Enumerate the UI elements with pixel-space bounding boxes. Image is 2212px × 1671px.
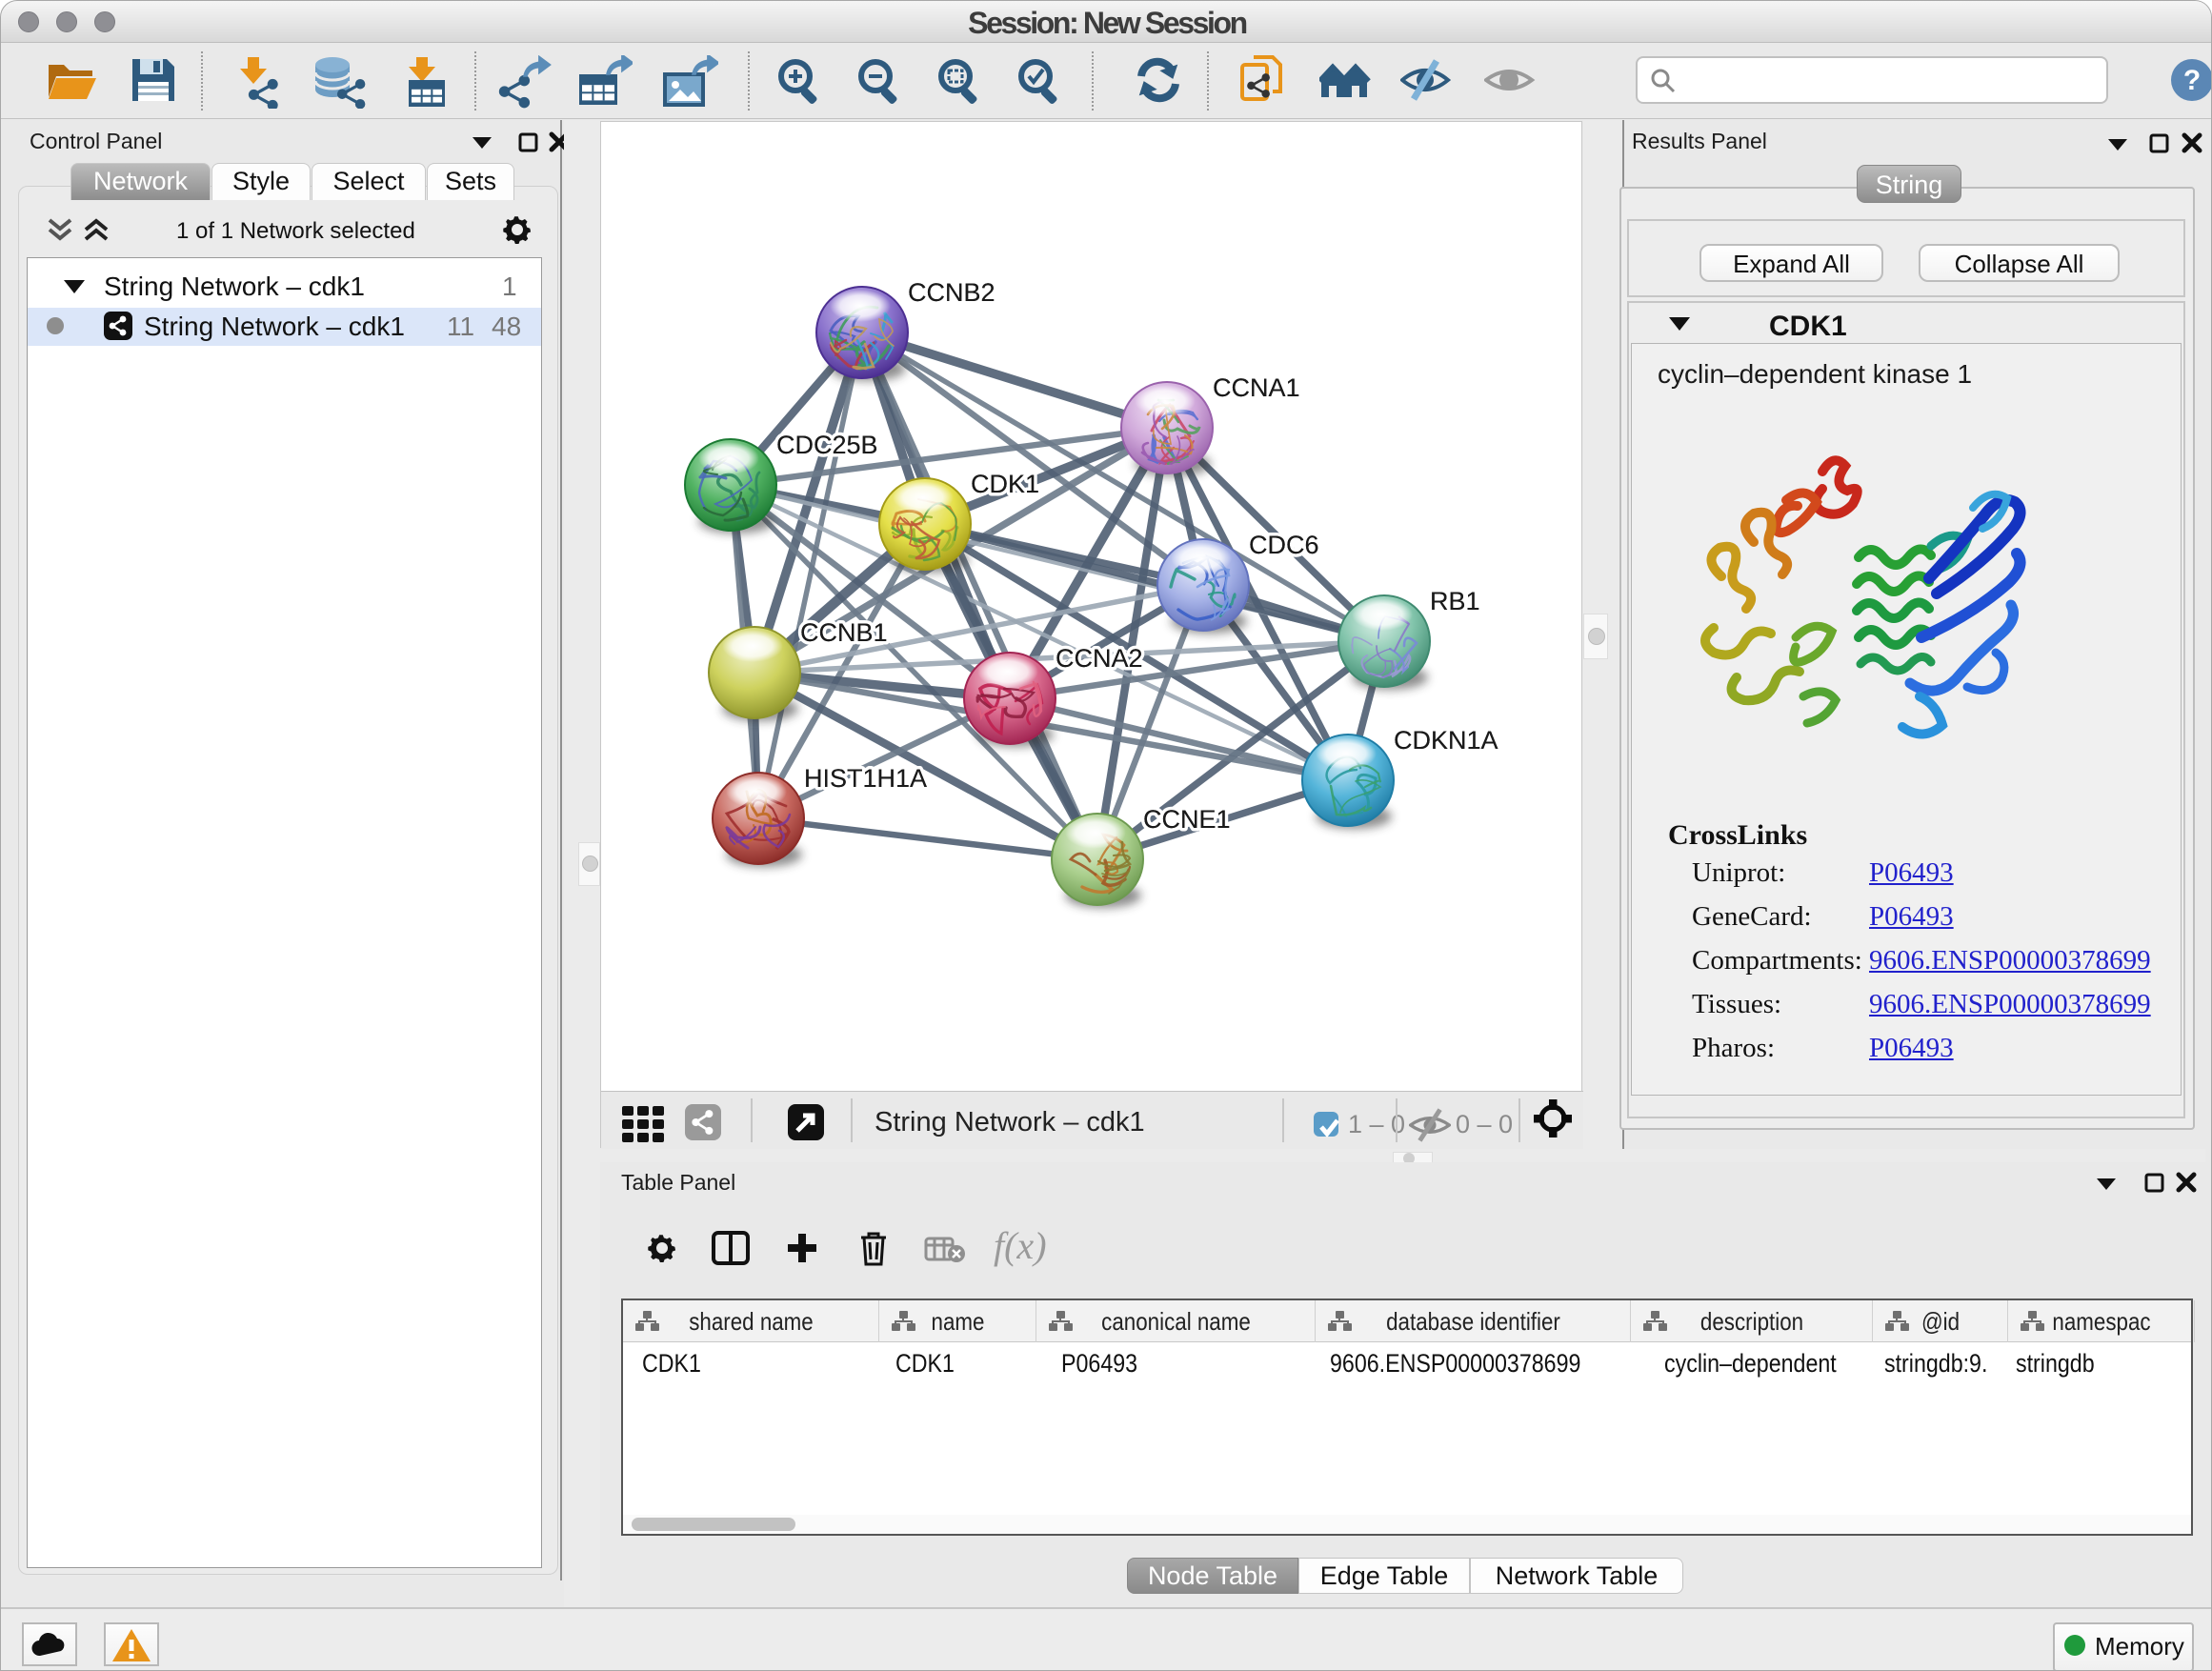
- svg-text:RB1: RB1: [1430, 587, 1480, 615]
- svg-text:CDK1: CDK1: [971, 470, 1039, 498]
- svg-text:CDKN1A: CDKN1A: [1394, 726, 1498, 755]
- svg-text:?: ?: [2183, 65, 2201, 96]
- svg-text:CCNA1: CCNA1: [1213, 373, 1300, 402]
- svg-text:CCNE1: CCNE1: [1143, 805, 1231, 834]
- svg-text:CCNB2: CCNB2: [908, 278, 995, 307]
- svg-text:CDC6: CDC6: [1249, 531, 1319, 559]
- svg-text:HIST1H1A: HIST1H1A: [804, 764, 927, 793]
- svg-text:CCNB1: CCNB1: [800, 618, 888, 647]
- svg-text:CCNA2: CCNA2: [1056, 644, 1143, 673]
- svg-text:CDC25B: CDC25B: [776, 431, 878, 459]
